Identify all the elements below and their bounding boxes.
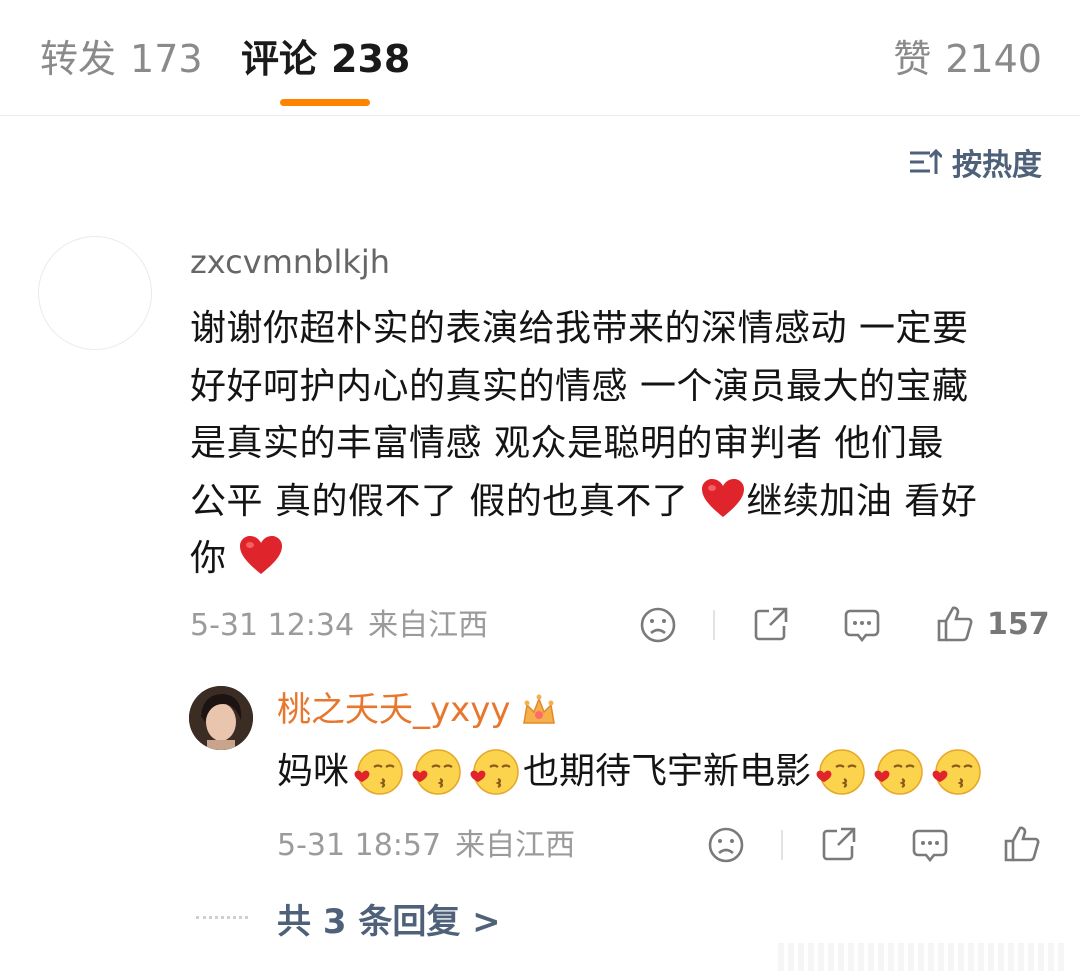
thumbs-up-icon bbox=[937, 606, 973, 642]
comment-line: 好好呵护内心的真实的情感 一个演员最大的宝藏 bbox=[190, 365, 969, 407]
like-count: 157 bbox=[987, 606, 1050, 642]
comment-icon bbox=[912, 829, 948, 863]
reply-location: 来自江西 bbox=[455, 828, 576, 863]
crown-badge-icon bbox=[523, 694, 556, 724]
heart-emoji-icon bbox=[702, 478, 745, 517]
reply-comment-button[interactable] bbox=[910, 825, 950, 865]
reply-button[interactable] bbox=[842, 605, 882, 645]
sad-face-icon bbox=[708, 827, 744, 863]
share-icon bbox=[754, 607, 788, 641]
comment-text: 谢谢你超朴实的表演给我带来的深情感动 一定要 好好呵护内心的真实的情感 一个演员… bbox=[190, 300, 1050, 588]
divider bbox=[713, 610, 715, 640]
reply-username[interactable]: 桃之夭夭_yxyy bbox=[277, 688, 510, 732]
tab-like-count: 2140 bbox=[945, 37, 1042, 81]
reply-like-button[interactable] bbox=[1002, 824, 1042, 864]
tab-like[interactable]: 赞 2140 bbox=[893, 36, 1042, 82]
reply-share-button[interactable] bbox=[819, 824, 859, 864]
comment-line: 谢谢你超朴实的表演给我带来的深情感动 一定要 bbox=[190, 308, 969, 349]
thumbs-up-icon bbox=[1004, 826, 1040, 862]
comment-meta: 5-31 12:34 来自江西 bbox=[190, 606, 488, 646]
tab-comment-label: 评论 bbox=[241, 37, 318, 81]
share-button[interactable] bbox=[751, 604, 791, 644]
reply-time: 5-31 18:57 bbox=[277, 828, 442, 863]
reply-avatar[interactable] bbox=[189, 686, 253, 750]
reply-text-start: 妈咪 bbox=[277, 751, 350, 792]
heart-emoji-icon bbox=[240, 536, 283, 574]
tab-repost-label: 转发 bbox=[40, 37, 117, 81]
comment-line: 是真实的丰富情感 观众是聪明的审判者 他们最 bbox=[190, 423, 944, 464]
tab-comment[interactable]: 评论 238 bbox=[241, 36, 410, 82]
reply-text-middle: 也期待飞宇新电影 bbox=[523, 751, 812, 792]
sort-icon bbox=[910, 148, 942, 174]
like-button[interactable]: 157 bbox=[935, 604, 1050, 644]
tab-bar: 转发 173 评论 238 赞 2140 bbox=[0, 0, 1080, 116]
comment-line: 你 bbox=[190, 538, 227, 579]
sort-label: 按热度 bbox=[952, 148, 1042, 183]
kiss-emoji-icon bbox=[932, 749, 981, 795]
sort-by-hot-button[interactable]: 按热度 bbox=[908, 142, 1042, 183]
comment-icon bbox=[844, 609, 880, 643]
view-more-replies-link[interactable]: 共 3 条回复 > bbox=[277, 900, 501, 944]
reply-dislike-button[interactable] bbox=[706, 825, 746, 865]
divider bbox=[781, 830, 783, 860]
comment-line: 继续加油 看好 bbox=[746, 480, 978, 522]
tab-repost-count: 173 bbox=[130, 37, 203, 81]
reply-text: 妈咪 也期待飞宇新电影 bbox=[277, 744, 985, 800]
dislike-button[interactable] bbox=[638, 605, 678, 645]
comment-time: 5-31 12:34 bbox=[190, 608, 355, 643]
kiss-emoji-icon bbox=[354, 749, 403, 795]
tab-repost[interactable]: 转发 173 bbox=[40, 36, 203, 82]
comment-line: 公平 真的假不了 假的也真不了 bbox=[190, 480, 689, 522]
reply-username-row: 桃之夭夭_yxyy bbox=[277, 688, 558, 732]
tab-like-label: 赞 bbox=[893, 37, 932, 81]
comment-username[interactable]: zxcvmnblkjh bbox=[190, 240, 390, 284]
avatar[interactable] bbox=[38, 236, 152, 350]
avatar-photo bbox=[189, 686, 253, 750]
comment-location: 来自江西 bbox=[368, 608, 489, 643]
sad-face-icon bbox=[640, 607, 676, 643]
tab-comment-count: 238 bbox=[331, 37, 411, 81]
kiss-emoji-icon bbox=[874, 749, 923, 795]
reply-meta: 5-31 18:57 来自江西 bbox=[277, 826, 575, 866]
active-tab-indicator bbox=[280, 99, 370, 106]
kiss-emoji-icon bbox=[470, 749, 519, 795]
dotted-divider bbox=[196, 916, 248, 919]
kiss-emoji-icon bbox=[816, 749, 865, 795]
kiss-emoji-icon bbox=[412, 749, 461, 795]
watermark bbox=[778, 943, 1068, 971]
share-icon bbox=[822, 827, 856, 861]
